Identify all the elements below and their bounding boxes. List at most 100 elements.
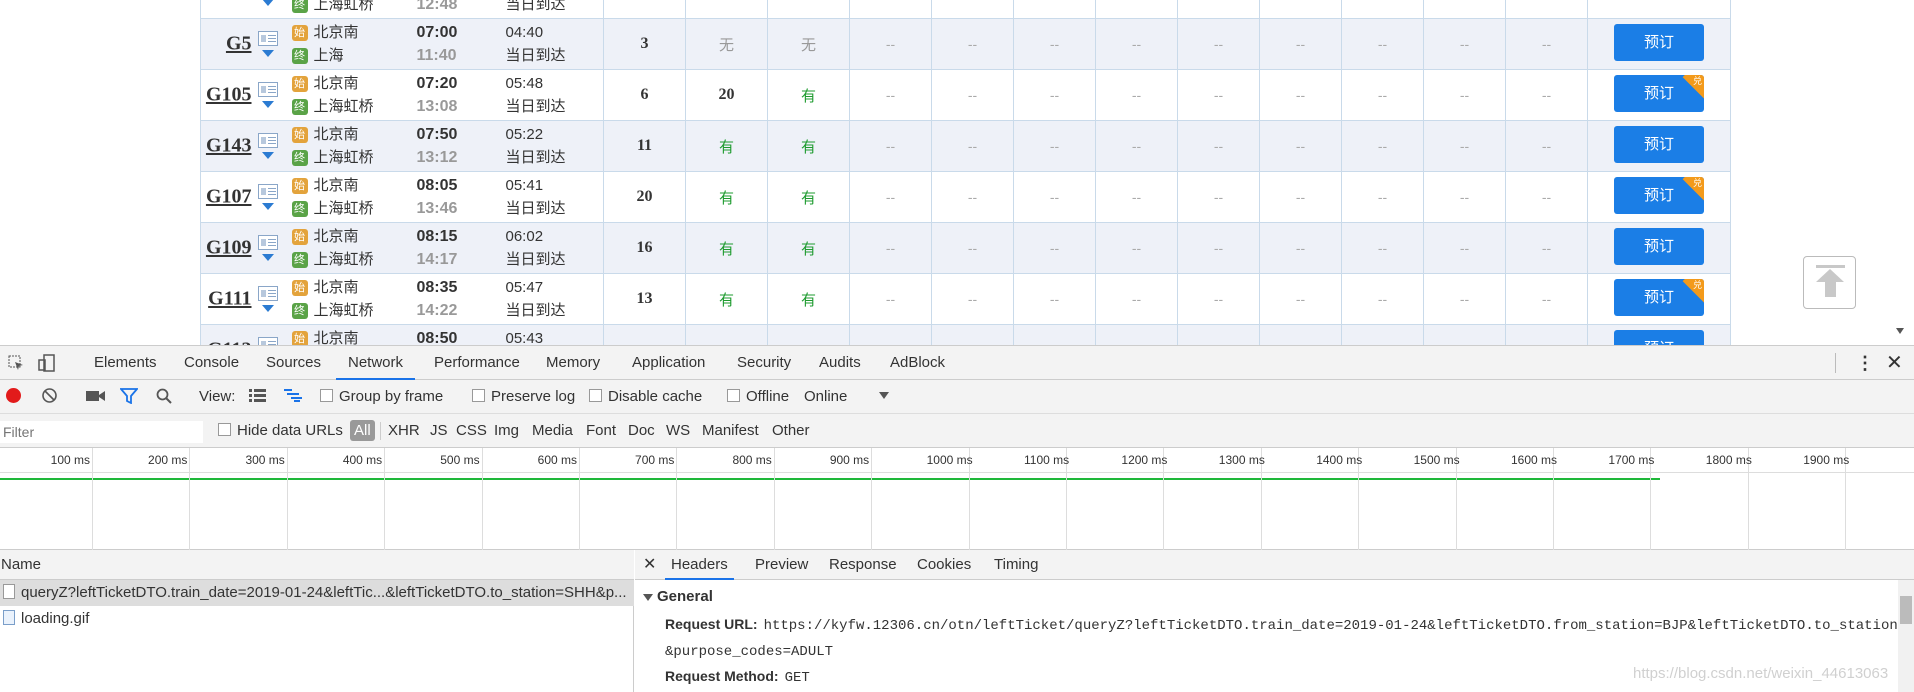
screenshot-camera-icon[interactable]: [86, 380, 106, 414]
network-overview-timeline[interactable]: 100 ms 200 ms 300 ms 400 ms 500 ms 600 ms 700 …: [0, 448, 1914, 550]
filter-type-media[interactable]: Media: [532, 414, 573, 448]
duration: 05:43: [505, 330, 544, 345]
tab-cookies[interactable]: Cookies: [917, 550, 971, 580]
tab-memory[interactable]: Memory: [546, 346, 600, 380]
train-info-icon[interactable]: [257, 184, 280, 210]
train-info-icon[interactable]: [257, 235, 280, 261]
train-info-icon[interactable]: [257, 133, 280, 159]
tab-response[interactable]: Response: [829, 550, 897, 580]
filter-type-xhr[interactable]: XHR: [388, 414, 420, 448]
tab-adblock[interactable]: AdBlock: [890, 346, 945, 380]
expand-arrow-icon[interactable]: [261, 203, 274, 210]
time-cell: 08:50: [410, 324, 506, 345]
train-number-link[interactable]: G109: [206, 237, 252, 259]
train-number-link[interactable]: G105: [206, 84, 252, 106]
more-options-icon[interactable]: ⋮: [1856, 346, 1874, 380]
record-icon[interactable]: [6, 380, 21, 414]
duration-cell: 04:40 当日到达: [505, 18, 604, 70]
inspect-element-icon[interactable]: [8, 346, 24, 380]
filter-type-manifest[interactable]: Manifest: [702, 414, 759, 448]
name-column-header[interactable]: Name: [0, 550, 634, 580]
group-by-frame-checkbox[interactable]: Group by frame: [320, 380, 443, 414]
train-info-icon[interactable]: [257, 286, 280, 312]
filter-type-font[interactable]: Font: [586, 414, 616, 448]
tab-network[interactable]: Network: [336, 346, 416, 380]
train-number-link[interactable]: G111: [208, 288, 251, 310]
from-station: 北京南: [313, 126, 359, 143]
expand-arrow-icon[interactable]: [261, 305, 274, 312]
tab-security[interactable]: Security: [737, 346, 791, 380]
filter-type-css[interactable]: CSS: [456, 414, 487, 448]
filter-type-all[interactable]: All: [350, 414, 375, 448]
tab-sources[interactable]: Sources: [266, 346, 321, 380]
large-rows-icon[interactable]: [249, 380, 266, 414]
seat-unavailable: --: [1177, 69, 1260, 121]
disable-cache-checkbox[interactable]: Disable cache: [589, 380, 702, 414]
tab-audits[interactable]: Audits: [819, 346, 861, 380]
timeline-tick-label: 600 ms: [537, 453, 577, 467]
book-button[interactable]: 预订: [1614, 24, 1704, 61]
detail-scrollbar[interactable]: [1898, 580, 1914, 692]
book-button[interactable]: 预订兑: [1614, 75, 1704, 112]
page-scroll-down-arrow-icon[interactable]: [1896, 328, 1904, 334]
book-button[interactable]: 预订兑: [1614, 279, 1704, 316]
to-station: 上海虹桥: [313, 98, 374, 115]
expand-arrow-icon[interactable]: [261, 254, 274, 261]
seat-unavailable: --: [1505, 120, 1588, 172]
expand-arrow-icon[interactable]: [261, 0, 274, 6]
tab-elements[interactable]: Elements: [94, 346, 157, 380]
seat-unavailable: [1341, 0, 1424, 19]
filter-type-ws[interactable]: WS: [666, 414, 690, 448]
waterfall-overview-icon[interactable]: [284, 380, 302, 414]
timeline-dom-content-loaded-line: [0, 478, 1660, 480]
tab-console[interactable]: Console: [184, 346, 239, 380]
filter-type-other[interactable]: Other: [772, 414, 810, 448]
request-row[interactable]: queryZ?leftTicketDTO.train_date=2019-01-…: [0, 580, 634, 606]
train-info-icon[interactable]: [258, 0, 280, 6]
train-number-link[interactable]: G107: [206, 186, 252, 208]
tab-preview[interactable]: Preview: [755, 550, 808, 580]
seat-unavailable: [1505, 0, 1588, 19]
train-row: 始终上海虹桥 12:48 当日到达: [200, 0, 1731, 19]
book-button[interactable]: 预订: [1614, 330, 1704, 345]
train-number-link[interactable]: G143: [206, 135, 252, 157]
from-station: 北京南: [313, 75, 359, 92]
tab-performance[interactable]: Performance: [434, 346, 520, 380]
close-detail-icon[interactable]: ✕: [643, 550, 656, 580]
general-section-toggle[interactable]: General: [643, 588, 713, 605]
device-toolbar-icon[interactable]: [38, 346, 56, 380]
book-button[interactable]: 预订: [1614, 126, 1704, 163]
tab-application[interactable]: Application: [632, 346, 705, 380]
search-icon[interactable]: [156, 380, 172, 414]
tab-headers[interactable]: Headers: [665, 550, 734, 580]
seat-unavailable: --: [1013, 69, 1096, 121]
train-info-icon[interactable]: [257, 337, 280, 345]
filter-input[interactable]: [0, 421, 203, 443]
seat-business: 3: [603, 18, 686, 70]
filter-type-js[interactable]: JS: [430, 414, 448, 448]
filter-icon[interactable]: [119, 380, 139, 414]
request-row[interactable]: loading.gif: [0, 606, 634, 632]
expand-arrow-icon[interactable]: [261, 152, 274, 159]
book-button[interactable]: 预订兑: [1614, 177, 1704, 214]
filter-type-img[interactable]: Img: [494, 414, 519, 448]
offline-checkbox[interactable]: Offline: [727, 380, 789, 414]
train-number-link[interactable]: G5: [226, 33, 252, 55]
request-name: loading.gif: [21, 610, 90, 627]
expand-arrow-icon[interactable]: [261, 101, 274, 108]
book-button[interactable]: 预订: [1614, 228, 1704, 265]
filter-type-doc[interactable]: Doc: [628, 414, 655, 448]
clear-icon[interactable]: [41, 380, 58, 414]
preserve-log-checkbox[interactable]: Preserve log: [472, 380, 575, 414]
train-info-icon[interactable]: [257, 31, 280, 57]
close-devtools-icon[interactable]: ✕: [1886, 346, 1903, 380]
train-info-icon[interactable]: [257, 82, 280, 108]
timeline-gridline: [871, 448, 873, 550]
throttling-select[interactable]: Online: [804, 380, 890, 414]
hide-data-urls-checkbox[interactable]: Hide data URLs: [218, 414, 343, 448]
seat-unavailable: --: [1259, 222, 1342, 274]
tab-timing[interactable]: Timing: [994, 550, 1038, 580]
expand-arrow-icon[interactable]: [261, 50, 274, 57]
back-to-top-button[interactable]: [1803, 256, 1856, 309]
to-station: 上海虹桥: [313, 302, 374, 319]
